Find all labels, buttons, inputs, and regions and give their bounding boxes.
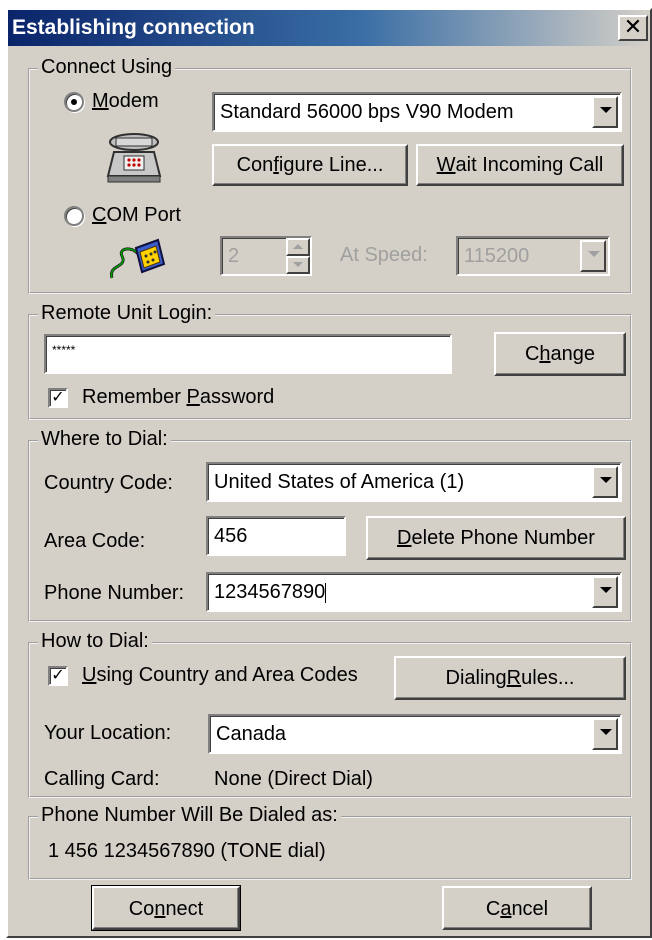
- use-country-area-codes-checkbox[interactable]: ✓: [48, 666, 68, 686]
- remote-login-group: Remote Unit Login: ***** Change ✓ Rememb…: [28, 302, 632, 420]
- title-bar[interactable]: Establishing connection ✕: [8, 10, 650, 46]
- chevron-down-icon[interactable]: [592, 576, 618, 608]
- chevron-down-icon: [293, 262, 303, 267]
- modem-select-value: Standard 56000 bps V90 Modem: [220, 101, 514, 123]
- group-title: Where to Dial:: [38, 428, 171, 451]
- your-location-label: Your Location:: [44, 722, 172, 744]
- password-field-value: *****: [52, 343, 76, 357]
- wait-incoming-call-button[interactable]: Wait Incoming Call: [416, 144, 624, 186]
- calling-card-label: Calling Card:: [44, 768, 160, 790]
- check-icon: ✓: [51, 389, 65, 406]
- com-port-radio-label[interactable]: COM Port: [92, 204, 181, 227]
- close-icon: ✕: [623, 14, 643, 39]
- group-title: Phone Number Will Be Dialed as:: [38, 804, 341, 827]
- modem-select[interactable]: Standard 56000 bps V90 Modem: [212, 92, 622, 132]
- phone-number-value: 1234567890: [214, 581, 326, 603]
- connect-using-group: Connect Using Modem Standard 56000 bps V…: [28, 56, 632, 294]
- remember-password-checkbox[interactable]: ✓: [48, 388, 68, 408]
- speed-select-value: 115200: [464, 245, 530, 267]
- use-country-area-codes-label[interactable]: Using Country and Area Codes: [82, 664, 358, 687]
- chevron-up-icon: [293, 244, 303, 249]
- where-to-dial-group: Where to Dial: Country Code: United Stat…: [28, 428, 632, 622]
- change-password-button[interactable]: Change: [494, 332, 626, 376]
- area-code-input[interactable]: 456: [206, 516, 346, 556]
- com-port-radio[interactable]: [64, 206, 84, 226]
- password-field[interactable]: *****: [44, 334, 452, 374]
- country-code-value: United States of America (1): [214, 471, 465, 493]
- speed-select[interactable]: 115200: [456, 236, 610, 276]
- at-speed-label: At Speed:: [340, 244, 428, 266]
- modem-radio[interactable]: [64, 92, 84, 112]
- chevron-down-icon[interactable]: [580, 240, 606, 272]
- country-code-select[interactable]: United States of America (1): [206, 462, 622, 502]
- phone-number-label: Phone Number:: [44, 582, 185, 604]
- group-title: How to Dial:: [38, 630, 152, 653]
- close-button[interactable]: ✕: [618, 15, 648, 41]
- your-location-value: Canada: [216, 723, 287, 745]
- configure-line-button[interactable]: Configure Line...: [212, 144, 408, 186]
- cancel-button[interactable]: Cancel: [442, 886, 592, 930]
- area-code-label: Area Code:: [44, 530, 146, 552]
- remember-password-label[interactable]: Remember Password: [82, 386, 274, 409]
- group-title: Remote Unit Login:: [38, 302, 216, 325]
- dialog-window: Establishing connection ✕ Connect Using …: [6, 8, 652, 938]
- delete-phone-number-button[interactable]: Delete Phone Number: [366, 516, 626, 560]
- window-title: Establishing connection: [12, 16, 255, 39]
- port-spinner-value: 2: [228, 245, 240, 267]
- area-code-value: 456: [214, 525, 248, 547]
- serial-cable-icon: [110, 238, 166, 279]
- chevron-down-icon[interactable]: [592, 718, 618, 750]
- chevron-down-icon[interactable]: [592, 96, 618, 128]
- phone-number-select[interactable]: 1234567890: [206, 572, 622, 612]
- connect-button[interactable]: Connect: [91, 885, 241, 931]
- calling-card-value: None (Direct Dial): [214, 768, 373, 790]
- dialing-rules-button[interactable]: Dialing Rules...: [394, 656, 626, 700]
- check-icon: ✓: [51, 667, 65, 684]
- country-code-label: Country Code:: [44, 472, 173, 494]
- your-location-select[interactable]: Canada: [208, 714, 622, 754]
- text-caret: [325, 582, 327, 603]
- port-spinner-down-button[interactable]: [286, 256, 310, 274]
- group-title: Connect Using: [38, 56, 176, 79]
- telephone-modem-icon: [106, 133, 162, 183]
- port-spinner-up-button[interactable]: [286, 238, 310, 256]
- dialed-number-value: 1 456 1234567890 (TONE dial): [48, 840, 326, 862]
- how-to-dial-group: How to Dial: ✓ Using Country and Area Co…: [28, 630, 632, 798]
- chevron-down-icon[interactable]: [592, 466, 618, 498]
- modem-radio-label[interactable]: Modem: [92, 90, 159, 113]
- dialed-as-group: Phone Number Will Be Dialed as: 1 456 12…: [28, 804, 632, 880]
